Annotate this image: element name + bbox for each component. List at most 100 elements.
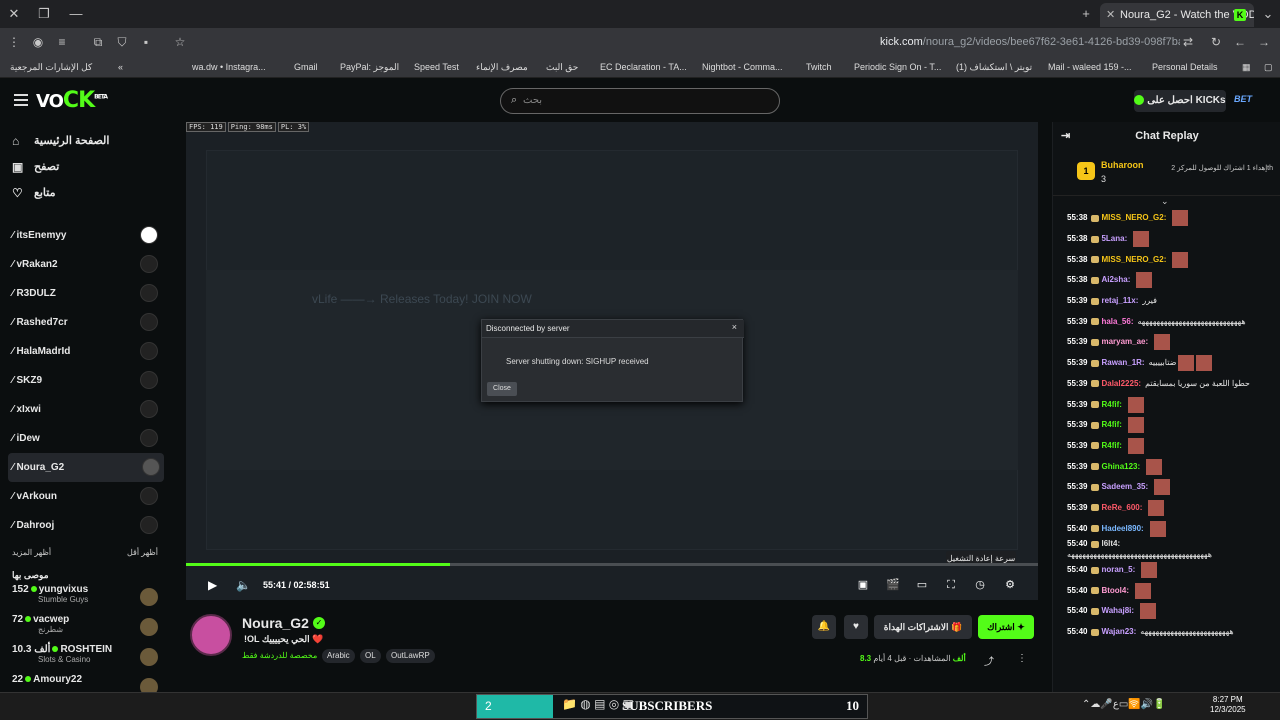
- chat-username[interactable]: Dalal2225:: [1101, 379, 1141, 389]
- minimize-icon[interactable]: —: [66, 4, 86, 24]
- chat-username[interactable]: 5Lana:: [1101, 234, 1127, 244]
- bookmark[interactable]: Periodic Sign On - T...: [854, 60, 941, 74]
- close-window-icon[interactable]: ✕: [4, 4, 24, 24]
- puzzle-icon[interactable]: ⧉: [88, 32, 108, 52]
- followed-channel[interactable]: ⁄ SKZ9: [0, 366, 172, 395]
- extension-icon[interactable]: ≡: [52, 32, 72, 52]
- play-icon[interactable]: ▶: [208, 578, 217, 592]
- chat-username[interactable]: Ghina123:: [1101, 462, 1140, 472]
- chat-username[interactable]: MISS_NERO_G2:: [1101, 255, 1166, 265]
- chat-username[interactable]: MISS_NERO_G2:: [1101, 213, 1166, 223]
- progress-bar[interactable]: [186, 563, 1038, 566]
- chat-username[interactable]: R4fif:: [1101, 420, 1121, 430]
- bookmark[interactable]: Personal Details: [1152, 60, 1218, 74]
- followed-channel[interactable]: ⁄ Rashed7cr: [0, 308, 172, 337]
- menu-dots-icon[interactable]: ⋮: [4, 32, 24, 52]
- followed-channel[interactable]: ⁄ vArkoun: [0, 482, 172, 511]
- sidebar-item-home[interactable]: ⌂ الصفحة الرئيسية: [0, 128, 172, 154]
- subscribe-button[interactable]: اشتراك ✦: [978, 615, 1034, 639]
- bookmark[interactable]: حق البث: [546, 60, 578, 74]
- expand-chevron-icon[interactable]: ⌄: [1161, 196, 1169, 207]
- share-icon[interactable]: ⤴: [984, 653, 994, 668]
- clock[interactable]: 8:27 PM 12/3/2025: [1210, 695, 1246, 715]
- chat-username[interactable]: maryam_ae:: [1101, 337, 1148, 347]
- restore-icon[interactable]: ❐: [34, 4, 54, 24]
- playback-speed-icon[interactable]: ◷: [973, 578, 987, 592]
- bookmark[interactable]: Nightbot - Comma...: [702, 60, 783, 74]
- chat-username[interactable]: R4fif:: [1101, 441, 1121, 451]
- theater-mode-icon[interactable]: ▭: [915, 578, 929, 592]
- gift-subs-button[interactable]: الاشتراكات الهداة 🎁: [874, 615, 972, 639]
- ext-icon[interactable]: ▪: [136, 32, 156, 52]
- followed-channel[interactable]: ⁄ xIxwi: [0, 395, 172, 424]
- close-tab-icon[interactable]: ✕: [1106, 3, 1115, 27]
- site-settings-icon[interactable]: ⇄: [1178, 32, 1198, 52]
- search-input[interactable]: ⌕ بحث: [500, 88, 780, 114]
- profile-icon[interactable]: ◉: [28, 32, 48, 52]
- miniplayer-icon[interactable]: ▣: [856, 578, 870, 592]
- bookmark-all[interactable]: كل الإشارات المرجعية: [10, 60, 92, 74]
- chat-username[interactable]: Hadeel890:: [1101, 524, 1143, 534]
- chat-username[interactable]: noran_5:: [1101, 565, 1135, 575]
- stream-category[interactable]: مخصصة للدردشة فقط: [242, 651, 317, 660]
- chat-username[interactable]: Wajan23:: [1101, 627, 1136, 637]
- reload-icon[interactable]: ↻: [1206, 32, 1226, 52]
- taskbar-apps[interactable]: 📁 ◍ ▤ ◎ ▣: [562, 697, 634, 711]
- shield-icon[interactable]: ⛉: [112, 32, 132, 52]
- sidebar-item-browse[interactable]: ▣ تصفح: [0, 154, 172, 180]
- chat-username[interactable]: hala_56:: [1101, 317, 1133, 327]
- followed-channel[interactable]: ⁄ Dahrooj: [0, 511, 172, 540]
- bookmark[interactable]: Speed Test: [414, 60, 459, 74]
- channel-avatar[interactable]: [190, 614, 232, 656]
- system-tray[interactable]: ⌃☁🎤ع▭🛜🔊🔋: [1082, 699, 1166, 710]
- bookmark[interactable]: PayPal: الموجز: [340, 60, 399, 74]
- followed-channel-active[interactable]: ⁄ Noura_G2: [8, 453, 164, 482]
- notification-bell-icon[interactable]: 🔔: [812, 615, 836, 639]
- bookmark[interactable]: (1) تويتر \ استكشاف: [956, 60, 1032, 74]
- chat-username[interactable]: ReRe_600:: [1101, 503, 1142, 513]
- bookmark[interactable]: Gmail: [294, 60, 318, 74]
- chat-username[interactable]: Wahaj8i:: [1101, 606, 1134, 616]
- chat-username[interactable]: R4fif:: [1101, 400, 1121, 410]
- settings-gear-icon[interactable]: ⚙: [1003, 578, 1017, 592]
- bet-logo[interactable]: BET: [1234, 94, 1252, 104]
- hamburger-menu-icon[interactable]: [14, 94, 28, 106]
- reading-list-icon[interactable]: ▢: [1264, 60, 1273, 74]
- tab-search-icon[interactable]: ⌄: [1258, 4, 1278, 24]
- chat-username[interactable]: Btool4:: [1101, 586, 1129, 596]
- bookmark[interactable]: wa.dw • Instagra...: [192, 60, 266, 74]
- chat-username[interactable]: l6lt4:: [1101, 539, 1120, 549]
- leader-name[interactable]: Buharoon: [1101, 160, 1144, 170]
- chat-username[interactable]: Rawan_1R:: [1101, 358, 1144, 368]
- bookmark-star-icon[interactable]: ☆: [170, 32, 190, 52]
- bookmark[interactable]: EC Declaration - TA...: [600, 60, 687, 74]
- show-less-link[interactable]: أظهر أقل: [127, 548, 158, 557]
- recommended-channel[interactable]: 10.3 ألف ROSHTEIN Slots & Casino: [0, 644, 172, 674]
- recommended-channel[interactable]: 72 vacwep شطرنج: [0, 614, 172, 644]
- follow-heart-icon[interactable]: ♥: [844, 615, 868, 639]
- followed-channel[interactable]: ⁄ HalaMadrId: [0, 337, 172, 366]
- show-more-link[interactable]: أظهر المزيد: [12, 548, 51, 557]
- fullscreen-icon[interactable]: ⛶: [944, 578, 958, 592]
- tag[interactable]: Arabic: [322, 649, 355, 663]
- url-field[interactable]: kick.com/noura_g2/videos/bee67f62-3e61-4…: [880, 34, 1180, 50]
- volume-icon[interactable]: 🔈: [236, 578, 251, 592]
- bookmark[interactable]: Mail - waleed 159 -...: [1048, 60, 1132, 74]
- bookmark[interactable]: Twitch: [806, 60, 832, 74]
- channel-name[interactable]: Noura_G2: [242, 615, 309, 631]
- chat-username[interactable]: Sadeem_35:: [1101, 482, 1148, 492]
- forward-icon[interactable]: ←: [1230, 32, 1250, 52]
- tag[interactable]: OL: [360, 649, 381, 663]
- bookmark[interactable]: مصرف الإنماء: [476, 60, 528, 74]
- followed-channel[interactable]: ⁄ iDew: [0, 424, 172, 453]
- sidebar-item-following[interactable]: ♡ متابع: [0, 180, 172, 206]
- clip-icon[interactable]: 🎬: [886, 578, 900, 592]
- active-tab[interactable]: ✕ Noura_G2 - Watch the VOD on K: [1100, 3, 1254, 27]
- followed-channel[interactable]: ⁄ itsEnemyy: [0, 221, 172, 250]
- get-kicks-button[interactable]: احصل على KICKs: [1134, 90, 1226, 112]
- recommended-channel[interactable]: 152 yungvixus Stumble Guys: [0, 584, 172, 614]
- chat-username[interactable]: Ai2sha:: [1101, 275, 1130, 285]
- collapse-chat-icon[interactable]: ⇥: [1061, 122, 1070, 150]
- grid-icon[interactable]: ▦: [1242, 60, 1251, 74]
- chat-username[interactable]: retaj_11x:: [1101, 296, 1138, 306]
